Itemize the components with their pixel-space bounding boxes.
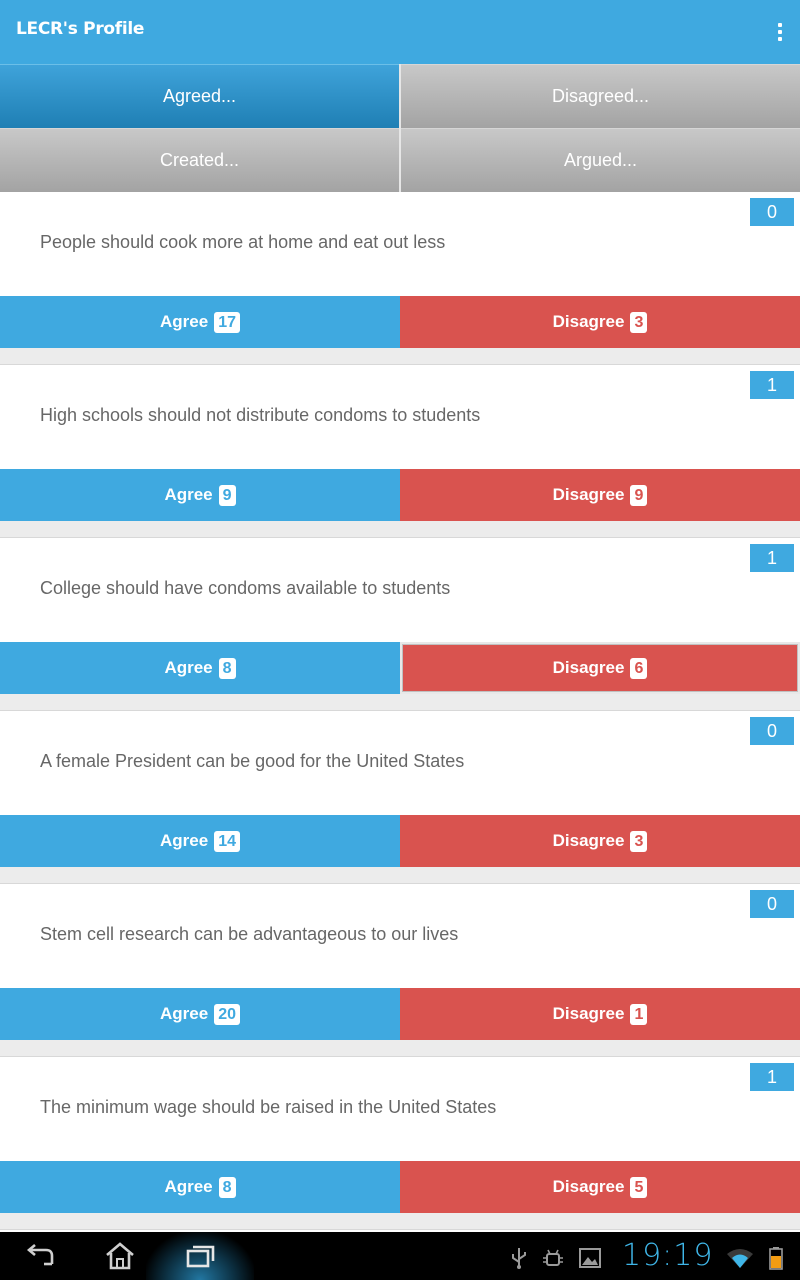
agree-button[interactable]: Agree 17 [0,296,400,348]
argument-count-badge: 0 [750,890,794,918]
overflow-menu-icon[interactable] [770,20,790,44]
agree-count: 8 [218,657,236,679]
agree-label: Agree [160,1004,209,1023]
agree-button[interactable]: Agree 9 [0,469,400,521]
statement-card[interactable]: 0 People should cook more at home and ea… [0,192,800,348]
disagree-label: Disagree [552,658,625,677]
argument-count-badge: 0 [750,198,794,226]
statement-text: Stem cell research can be advantageous t… [40,924,459,944]
agree-button[interactable]: Agree 8 [0,642,400,694]
disagree-count: 6 [630,657,648,679]
statement-card[interactable]: 1 The minimum wage should be raised in t… [0,1057,800,1213]
statement-card[interactable]: 0 A female President can be good for the… [0,711,800,867]
back-icon[interactable] [22,1240,58,1272]
tab-argued[interactable]: Argued... [401,128,800,192]
disagree-count: 5 [630,1176,648,1198]
system-nav-bar: 19:19 [0,1232,800,1280]
agree-label: Agree [164,1177,213,1196]
disagree-label: Disagree [552,1004,625,1023]
disagree-label: Disagree [552,831,625,850]
argument-count-badge: 1 [750,544,794,572]
image-icon [579,1248,601,1268]
wifi-icon [727,1249,753,1268]
disagree-button[interactable]: Disagree 3 [400,296,800,348]
disagree-label: Disagree [552,1177,625,1196]
statement-card[interactable]: 1 College should have condoms available … [0,538,800,694]
status-clock: 19:19 [622,1238,714,1273]
statement-card[interactable]: 1 High schools should not distribute con… [0,365,800,521]
argument-count-badge: 1 [750,371,794,399]
action-bar: LECR's Profile [0,0,800,64]
recent-apps-icon[interactable] [182,1240,218,1272]
statement-text: A female President can be good for the U… [40,751,465,771]
app-title: LECR's Profile [16,19,145,39]
agree-button[interactable]: Agree 8 [0,1161,400,1213]
agree-label: Agree [160,312,209,331]
agree-count: 20 [214,1003,240,1025]
disagree-label: Disagree [552,312,625,331]
android-debug-icon [543,1249,563,1266]
disagree-button[interactable]: Disagree 9 [400,469,800,521]
statement-text: College should have condoms available to… [40,578,451,598]
agree-button[interactable]: Agree 14 [0,815,400,867]
disagree-count: 3 [630,311,648,333]
agree-button[interactable]: Agree 20 [0,988,400,1040]
disagree-label: Disagree [552,485,625,504]
usb-icon [512,1248,526,1269]
agree-label: Agree [160,831,209,850]
disagree-button[interactable]: Disagree 6 [400,642,800,694]
agree-count: 14 [214,830,240,852]
disagree-button[interactable]: Disagree 3 [400,815,800,867]
statement-text: The minimum wage should be raised in the… [40,1097,497,1117]
argument-count-badge: 1 [750,1063,794,1091]
agree-count: 9 [218,484,236,506]
argument-count-badge: 0 [750,717,794,745]
agree-count: 8 [218,1176,236,1198]
disagree-count: 1 [630,1003,648,1025]
disagree-button[interactable]: Disagree 1 [400,988,800,1040]
statement-text: High schools should not distribute condo… [40,405,481,425]
agree-count: 17 [214,311,240,333]
disagree-count: 3 [630,830,648,852]
battery-icon [769,1247,783,1270]
statement-text: People should cook more at home and eat … [40,232,446,252]
statement-card[interactable]: 0 Stem cell research can be advantageous… [0,884,800,1040]
disagree-count: 9 [630,484,648,506]
agree-label: Agree [164,658,213,677]
tab-bar: Agreed... Disagreed... Created... Argued… [0,64,800,192]
tab-disagreed[interactable]: Disagreed... [401,64,800,128]
tab-created[interactable]: Created... [0,128,399,192]
home-icon[interactable] [102,1240,138,1272]
tab-agreed[interactable]: Agreed... [0,64,399,128]
disagree-button[interactable]: Disagree 5 [400,1161,800,1213]
agree-label: Agree [164,485,213,504]
